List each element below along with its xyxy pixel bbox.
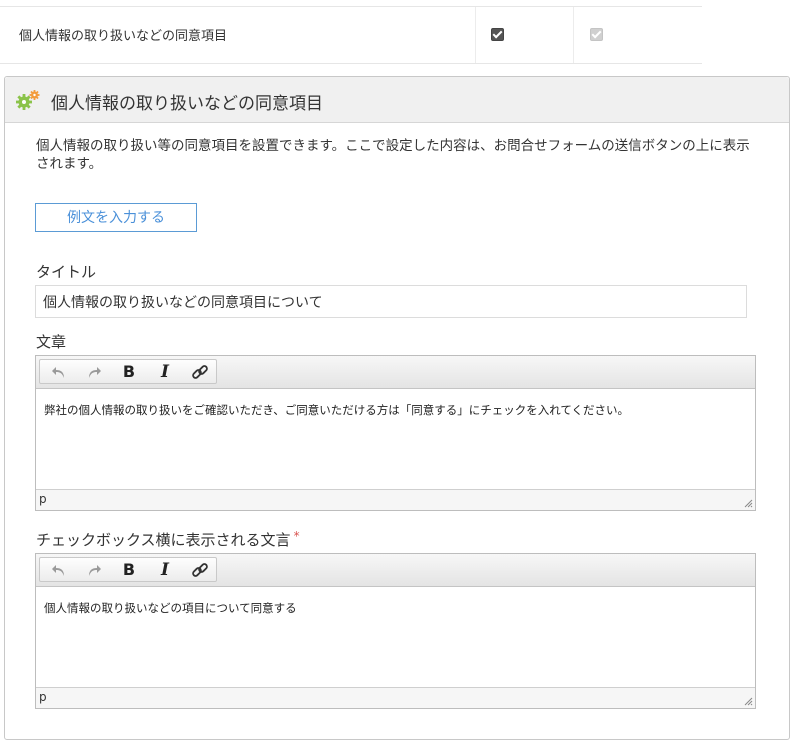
redo-icon[interactable] xyxy=(77,360,111,383)
toolbar-button-group: B I xyxy=(39,359,217,384)
editor-toolbar: B I xyxy=(36,356,755,389)
undo-icon[interactable] xyxy=(42,360,76,383)
body-label: 文章 xyxy=(36,333,67,351)
title-label: タイトル xyxy=(36,263,97,281)
panel-title: 個人情報の取り扱いなどの同意項目 xyxy=(51,94,323,114)
consent-settings-panel: 個人情報の取り扱いなどの同意項目 個人情報の取り扱い等の同意項目を設置できます。… xyxy=(4,76,790,740)
link-icon[interactable] xyxy=(183,360,217,383)
insert-example-button[interactable]: 例文を入力する xyxy=(35,203,197,232)
consent-enabled-checkbox[interactable] xyxy=(491,28,504,41)
redo-icon[interactable] xyxy=(77,558,111,581)
link-icon[interactable] xyxy=(183,558,217,581)
column-divider xyxy=(475,7,476,63)
checkbox-text-editor-content[interactable]: 個人情報の取り扱いなどの項目について同意する xyxy=(36,587,755,687)
undo-icon[interactable] xyxy=(42,558,76,581)
editor-toolbar: B I xyxy=(36,554,755,587)
editor-statusbar: p xyxy=(36,489,755,510)
bold-button[interactable]: B xyxy=(112,360,146,383)
required-mark: * xyxy=(293,529,300,543)
gears-icon xyxy=(16,90,40,110)
italic-button[interactable]: I xyxy=(148,360,182,383)
resize-handle-icon[interactable] xyxy=(744,499,753,508)
consent-row-label: 個人情報の取り扱いなどの同意項目 xyxy=(19,29,228,44)
consent-required-checkbox-disabled xyxy=(590,28,603,41)
bold-button[interactable]: B xyxy=(112,558,146,581)
resize-handle-icon[interactable] xyxy=(744,697,753,706)
italic-button[interactable]: I xyxy=(148,558,182,581)
body-editor: B I 弊社の個人情報の取り扱いをご確認いただき、ご同意いただける方は「同意する… xyxy=(35,355,756,511)
checkbox-text-editor: B I 個人情報の取り扱いなどの項目について同意する p xyxy=(35,553,756,709)
consent-settings-row: 個人情報の取り扱いなどの同意項目 xyxy=(0,6,702,64)
element-path: p xyxy=(39,492,47,506)
checkbox-text-label: チェックボックス横に表示される文言 * xyxy=(36,529,300,549)
panel-header: 個人情報の取り扱いなどの同意項目 xyxy=(5,77,789,123)
body-editor-content[interactable]: 弊社の個人情報の取り扱いをご確認いただき、ご同意いただける方は「同意する」にチェ… xyxy=(36,389,755,489)
element-path: p xyxy=(39,690,47,704)
editor-statusbar: p xyxy=(36,687,755,708)
title-input[interactable] xyxy=(35,285,747,318)
panel-description: 個人情報の取り扱い等の同意項目を設置できます。ここで設定した内容は、お問合せフォ… xyxy=(36,138,750,172)
toolbar-button-group: B I xyxy=(39,557,217,582)
column-divider xyxy=(573,7,574,63)
